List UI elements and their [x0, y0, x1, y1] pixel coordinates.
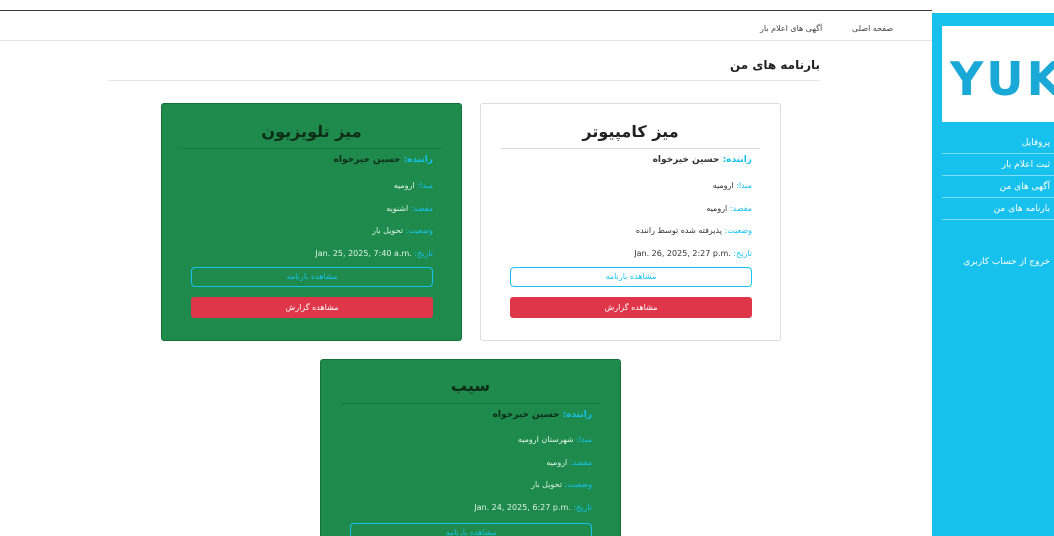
nav-load-ads-link[interactable]: آگهی های اعلام بار: [760, 24, 822, 33]
origin-label: مبدا:: [576, 435, 592, 444]
sidebar: YUK پروفایل ثبت اعلام بار آگهی های من با…: [932, 13, 1054, 536]
sidebar-item-profile[interactable]: پروفایل: [942, 132, 1054, 154]
sidebar-item-my-ads[interactable]: آگهی های من: [942, 176, 1054, 198]
logout-link[interactable]: خروج از حساب کاربری: [942, 257, 1054, 267]
destination-row: مقصد: اشنویه: [386, 204, 433, 213]
card-divider: [182, 148, 441, 149]
date-row: تاریخ: Jan. 24, 2025, 6:27 p.m.: [474, 503, 592, 512]
sidebar-item-post-load[interactable]: ثبت اعلام بار: [942, 154, 1054, 176]
destination-label: مقصد:: [569, 458, 592, 467]
driver-label: راننده:: [562, 410, 592, 420]
status-value: پذیرفته شده توسط راننده: [635, 226, 722, 235]
logo[interactable]: YUK: [942, 26, 1054, 122]
logo-text: YUK: [950, 52, 1054, 106]
driver-label: راننده:: [722, 155, 752, 165]
page: صفحه اصلی آگهی های اعلام بار YUK پروفایل…: [0, 0, 1054, 536]
waybill-card: میز کامپیوتر راننده: حسین خیرخواه مبدا: …: [480, 103, 781, 341]
view-waybill-button[interactable]: مشاهده بارنامه: [510, 267, 752, 287]
destination-value: اشنویه: [386, 204, 409, 213]
waybill-card: میز تلویزیون راننده: حسین خیرخواه مبدا: …: [161, 103, 462, 341]
origin-value: ارومیه: [712, 181, 734, 190]
sidebar-menu: پروفایل ثبت اعلام بار آگهی های من بارنام…: [942, 132, 1054, 220]
card-title: سیب: [450, 376, 491, 395]
top-border: [0, 10, 932, 11]
status-value: تحویل بار: [531, 480, 562, 489]
card-divider: [501, 148, 760, 149]
origin-value: شهرستان ارومیه: [517, 435, 574, 444]
status-label: وضعیت:: [564, 480, 592, 489]
destination-label: مقصد:: [729, 204, 752, 213]
date-label: تاریخ:: [733, 249, 752, 258]
waybill-card: سیب راننده: حسین خیرخواه مبدا: شهرستان ا…: [320, 359, 621, 536]
destination-row: مقصد: ارومیه: [546, 458, 592, 467]
card-title: میز تلویزیون: [261, 122, 362, 141]
page-title: بارنامه های من: [729, 58, 820, 72]
status-row: وضعیت: پذیرفته شده توسط راننده: [636, 226, 752, 235]
view-waybill-button[interactable]: مشاهده بارنامه: [191, 267, 433, 287]
status-row: وضعیت: تحویل بار: [531, 480, 592, 489]
nav-home-link[interactable]: صفحه اصلی: [852, 24, 893, 33]
status-label: وضعیت:: [405, 226, 433, 235]
view-waybill-button[interactable]: مشاهده بارنامه: [350, 523, 592, 536]
date-row: تاریخ: Jan. 25, 2025, 7:40 a.m.: [315, 249, 433, 258]
driver-value: حسین خیرخواه: [652, 155, 720, 165]
driver-value: حسین خیرخواه: [333, 155, 401, 165]
status-value: تحویل بار: [372, 226, 403, 235]
origin-row: مبدا: ارومیه: [394, 181, 433, 190]
sidebar-item-my-waybills[interactable]: بارنامه های من: [942, 198, 1054, 220]
destination-value: ارومیه: [706, 204, 728, 213]
view-report-button[interactable]: مشاهده گزارش: [191, 297, 433, 318]
date-label: تاریخ:: [573, 503, 592, 512]
view-report-button[interactable]: مشاهده گزارش: [510, 297, 752, 318]
status-row: وضعیت: تحویل بار: [372, 226, 433, 235]
status-label: وضعیت:: [724, 226, 752, 235]
driver-row: راننده: حسین خیرخواه: [493, 410, 592, 420]
origin-value: ارومیه: [393, 181, 415, 190]
card-title: میز کامپیوتر: [582, 122, 679, 141]
destination-label: مقصد:: [410, 204, 433, 213]
date-value: Jan. 26, 2025, 2:27 p.m.: [634, 249, 731, 258]
date-row: تاریخ: Jan. 26, 2025, 2:27 p.m.: [634, 249, 752, 258]
destination-row: مقصد: ارومیه: [706, 204, 752, 213]
origin-row: مبدا: شهرستان ارومیه: [518, 435, 592, 444]
origin-label: مبدا:: [736, 181, 752, 190]
destination-value: ارومیه: [546, 458, 568, 467]
date-label: تاریخ:: [414, 249, 433, 258]
date-value: Jan. 24, 2025, 6:27 p.m.: [474, 503, 571, 512]
title-divider: [108, 80, 820, 81]
driver-row: راننده: حسین خیرخواه: [653, 155, 752, 165]
origin-label: مبدا:: [417, 181, 433, 190]
date-value: Jan. 25, 2025, 7:40 a.m.: [315, 249, 412, 258]
nav-divider: [0, 40, 932, 41]
driver-row: راننده: حسین خیرخواه: [334, 155, 433, 165]
origin-row: مبدا: ارومیه: [713, 181, 752, 190]
card-divider: [341, 403, 600, 404]
driver-label: راننده:: [403, 155, 433, 165]
driver-value: حسین خیرخواه: [492, 410, 560, 420]
